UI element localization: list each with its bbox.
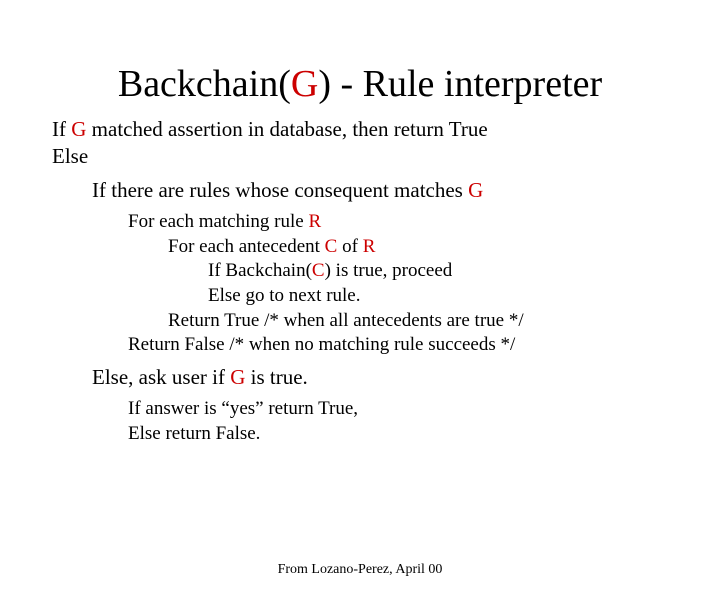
var-g: G: [468, 178, 483, 202]
title-accent: G: [291, 63, 318, 105]
text: If there are rules whose consequent matc…: [92, 178, 468, 202]
var-c: C: [312, 260, 325, 281]
line-return-false: Return False /* when no matching rule su…: [128, 333, 720, 358]
title-pre: Backchain(: [118, 63, 291, 105]
line-else-next: Else go to next rule.: [208, 284, 720, 309]
line-if-matched: If G matched assertion in database, then…: [52, 116, 720, 143]
line-if-yes: If answer is “yes” return True,: [128, 397, 720, 422]
text: Else return False.: [128, 423, 260, 444]
line-else-ask: Else, ask user if G is true.: [92, 364, 720, 391]
text: Else go to next rule.: [208, 285, 361, 306]
text: matched assertion in database, then retu…: [86, 117, 487, 141]
var-r: R: [363, 236, 376, 257]
var-g: G: [230, 365, 245, 389]
var-r: R: [308, 211, 321, 232]
line-for-rule: For each matching rule R: [128, 210, 720, 235]
slide-title: Backchain(G) - Rule interpreter: [0, 62, 720, 106]
text: ) is true, proceed: [325, 260, 453, 281]
line-for-antecedent: For each antecedent C of R: [168, 235, 720, 260]
title-post: ) - Rule interpreter: [318, 63, 602, 105]
line-return-true: Return True /* when all antecedents are …: [168, 309, 720, 334]
text: If answer is “yes” return True,: [128, 398, 358, 419]
text: of: [337, 236, 362, 257]
text: If: [52, 117, 71, 141]
text: Return False /* when no matching rule su…: [128, 334, 515, 355]
line-else: Else: [52, 143, 720, 170]
text: Else, ask user if: [92, 365, 230, 389]
line-else-false: Else return False.: [128, 422, 720, 447]
attribution: From Lozano-Perez, April 00: [0, 562, 720, 578]
text: For each antecedent: [168, 236, 325, 257]
var-g: G: [71, 117, 86, 141]
slide-body: If G matched assertion in database, then…: [0, 116, 720, 447]
text: For each matching rule: [128, 211, 308, 232]
text: If Backchain(: [208, 260, 312, 281]
var-c: C: [325, 236, 338, 257]
text: is true.: [245, 365, 307, 389]
line-if-backchain: If Backchain(C) is true, proceed: [208, 259, 720, 284]
text: Return True /* when all antecedents are …: [168, 310, 524, 331]
line-if-rules: If there are rules whose consequent matc…: [92, 177, 720, 204]
slide: Backchain(G) - Rule interpreter If G mat…: [0, 62, 720, 602]
text: Else: [52, 144, 88, 168]
